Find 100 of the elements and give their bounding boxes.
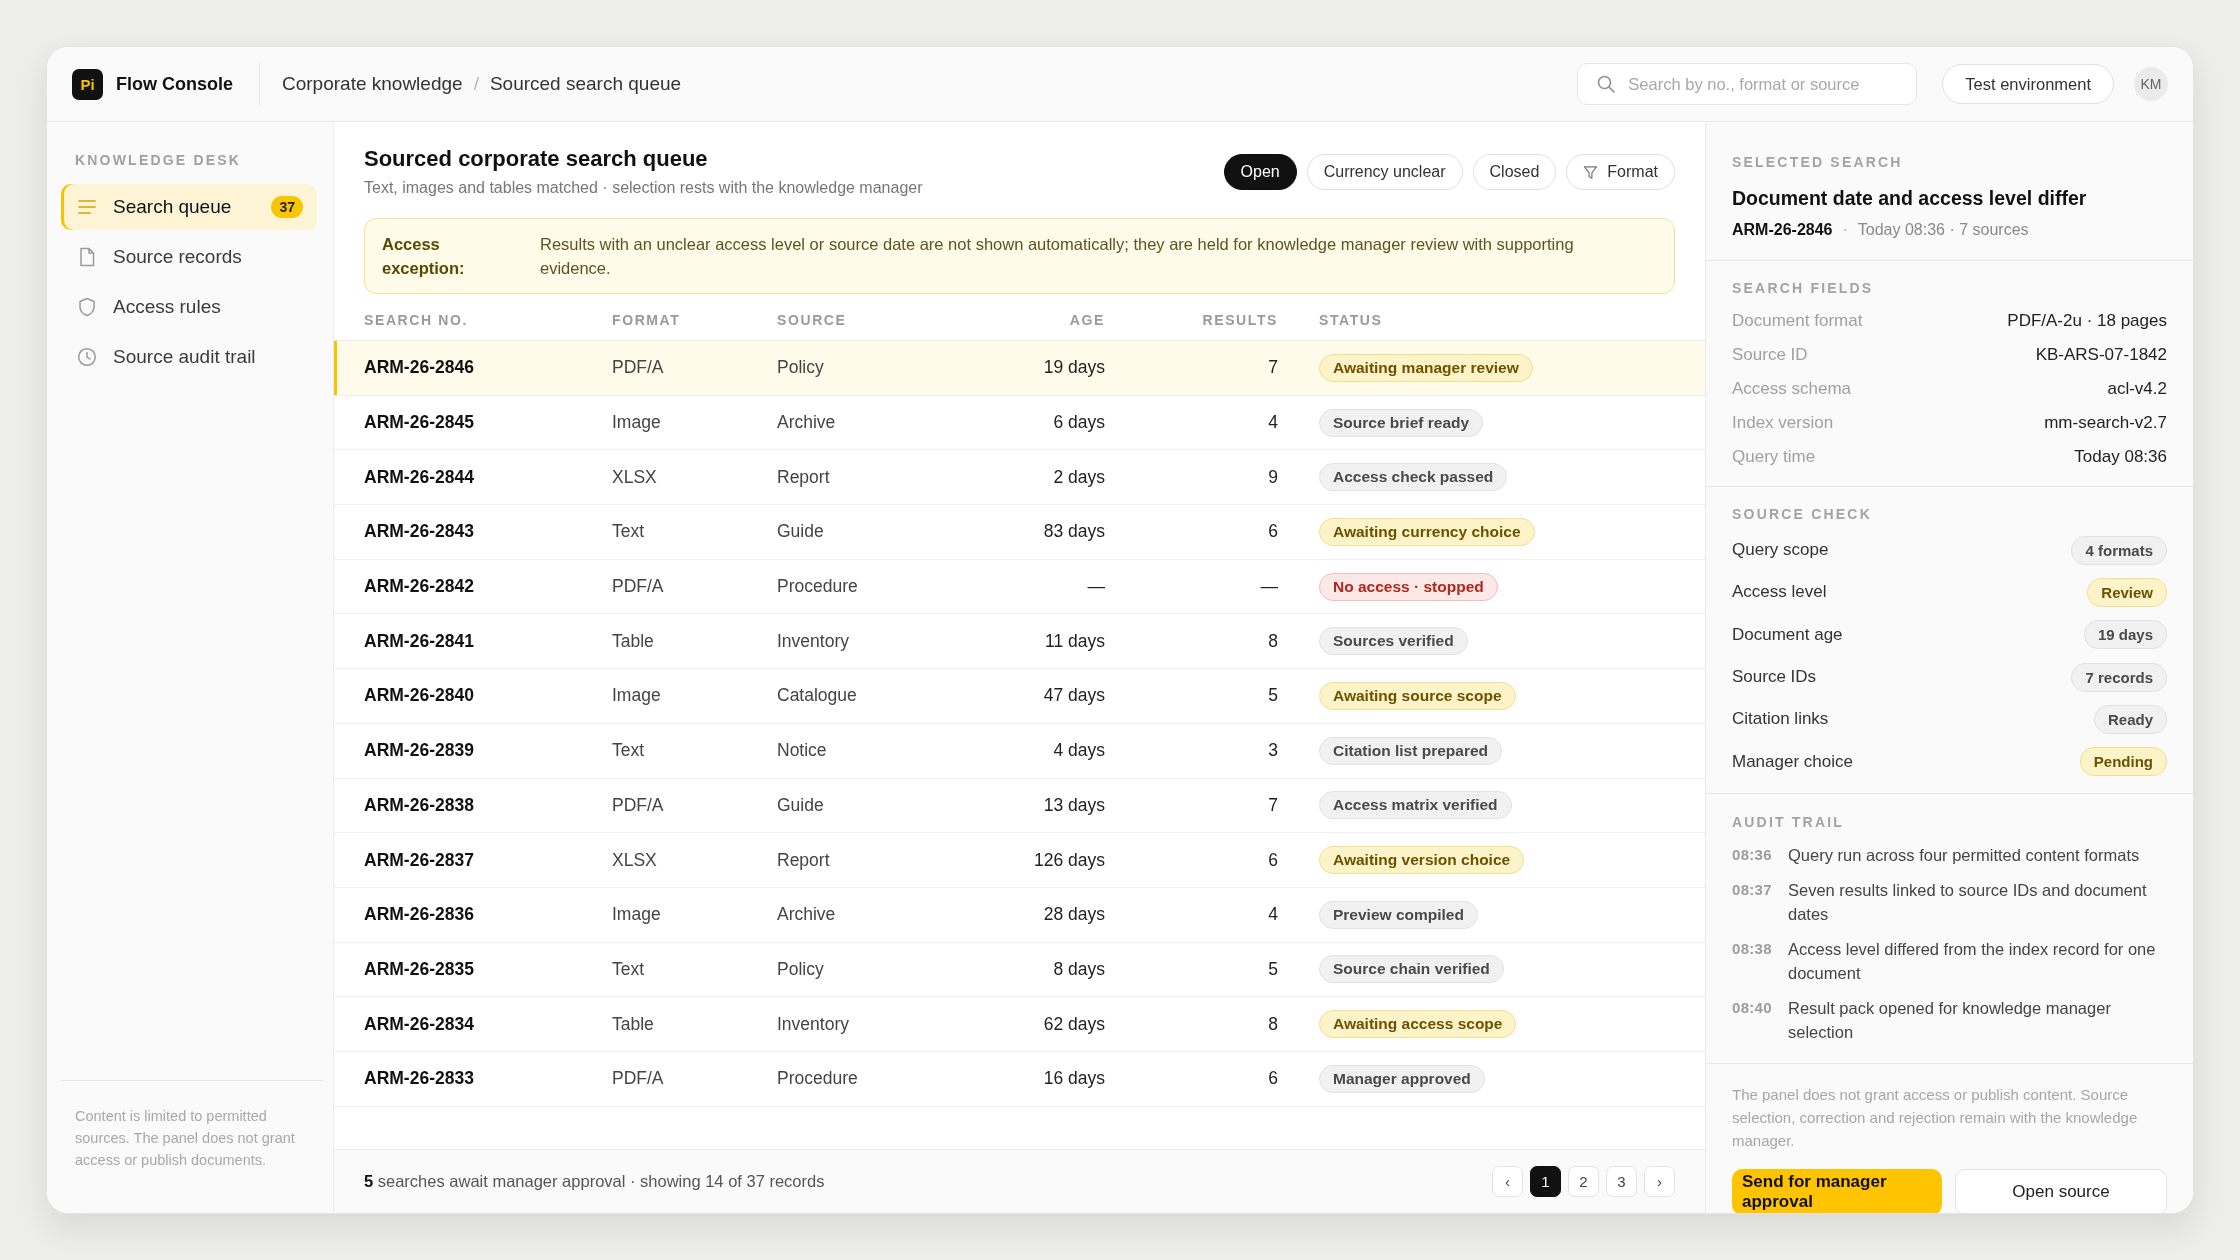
table-row[interactable]: ARM-26-2835 Text Policy 8 days 5 Source chain verified [334, 942, 1705, 998]
table-cell: Text [612, 740, 645, 762]
audit-entry: Result pack opened for knowledge manager selection [1788, 997, 2112, 1043]
table-cell: Table [612, 630, 654, 652]
alert-text: Results with an unclear access level or source date are not shown automatically; they are held for knowledge manager review with supporting evidence. [540, 234, 1575, 279]
status-badge: Citation list prepared [1319, 736, 1503, 765]
page-button[interactable]: 3 [1606, 1166, 1637, 1197]
table-row[interactable]: ARM-26-2836 Image Archive 28 days 4 Preview compiled [334, 887, 1705, 943]
audit-time: 08:37 [1732, 879, 1773, 900]
filter-chip[interactable]: Open [1223, 154, 1297, 190]
table-cell: 6 [1268, 521, 1278, 543]
breadcrumb-link[interactable]: Corporate knowledge [282, 73, 463, 95]
table-cell: Notice [777, 740, 827, 762]
search-icon [1597, 75, 1616, 93]
filter-chip[interactable]: Closed [1472, 154, 1557, 190]
check-label: Access level [1732, 582, 1827, 603]
next-page-button[interactable]: › [1644, 1166, 1675, 1197]
table-cell: 4 [1268, 904, 1278, 926]
table-row[interactable]: ARM-26-2844 XLSX Report 2 days 9 Access check passed [334, 450, 1705, 506]
table-cell: 3 [1268, 740, 1278, 762]
table-row[interactable]: ARM-26-2841 Table Inventory 11 days 8 Sources verified [334, 614, 1705, 670]
table-row[interactable]: ARM-26-2838 PDF/A Guide 13 days 7 Access matrix verified [334, 778, 1705, 834]
table-row[interactable]: ARM-26-2840 Image Catalogue 47 days 5 Awaiting source scope [334, 669, 1705, 724]
list-icon [77, 197, 97, 217]
environment-button[interactable]: Test environment [1942, 64, 2114, 104]
table-row[interactable]: ARM-26-2834 Table Inventory 62 days 8 Awaiting access scope [334, 997, 1705, 1052]
page-button[interactable]: 1 [1530, 1166, 1561, 1197]
table-cell: ARM-26-2839 [364, 740, 474, 762]
column-header: SEARCH NO. [364, 312, 469, 328]
count-badge: 37 [271, 196, 303, 218]
table-cell: PDF/A [612, 576, 664, 598]
table-row[interactable]: ARM-26-2843 Text Guide 83 days 6 Awaiting currency choice [334, 505, 1705, 560]
check-badge: Pending [2079, 747, 2167, 777]
page-button[interactable]: 2 [1568, 1166, 1599, 1197]
column-header: SOURCE [777, 312, 848, 328]
app-logo: Pi [72, 68, 103, 100]
table-cell: 83 days [1043, 521, 1105, 543]
document-icon [77, 247, 97, 267]
table-row[interactable]: ARM-26-2837 XLSX Report 126 days 6 Awaiting version choice [334, 833, 1705, 888]
field-value: PDF/A-2u · 18 pages [2007, 311, 2167, 331]
format-filter-button[interactable]: Format [1566, 154, 1675, 190]
filter-chip[interactable]: Currency unclear [1306, 154, 1463, 190]
table-cell: 8 days [1053, 958, 1105, 980]
table-cell: ARM-26-2843 [364, 521, 474, 543]
check-badge: 19 days [2083, 620, 2167, 650]
column-header: STATUS [1318, 312, 1384, 328]
table-row[interactable]: ARM-26-2839 Text Notice 4 days 3 Citation list prepared [334, 723, 1705, 779]
sidebar-item[interactable]: Access rules [61, 284, 317, 330]
search-id: ARM-26-2846 [1732, 220, 1833, 240]
field-label: Document format [1732, 311, 1863, 331]
table-cell: ARM-26-2835 [364, 958, 474, 980]
table-row[interactable]: ARM-26-2845 Image Archive 6 days 4 Source brief ready [334, 395, 1705, 451]
check-badge: 7 records [2071, 662, 2167, 692]
table-cell: ARM-26-2833 [364, 1068, 474, 1090]
table-cell: 19 days [1043, 357, 1105, 379]
table-row[interactable]: ARM-26-2846 PDF/A Policy 19 days 7 Awaiting manager review [334, 341, 1705, 396]
send-approval-button[interactable]: Send for manager approval [1732, 1168, 1942, 1213]
table-cell: 4 days [1053, 740, 1105, 762]
table-cell: 5 [1268, 685, 1278, 707]
table-cell: ARM-26-2838 [364, 794, 474, 816]
table-cell: 28 days [1043, 904, 1105, 926]
status-badge: Source chain verified [1319, 955, 1504, 984]
status-badge: Preview compiled [1319, 900, 1478, 929]
table-cell: Catalogue [777, 685, 857, 707]
table-cell: Inventory [777, 1013, 849, 1035]
page-subtitle: Text, images and tables matched · selection rests with the knowledge manager [364, 178, 923, 198]
check-label: Source IDs [1732, 667, 1817, 688]
audit-time: 08:38 [1732, 938, 1773, 959]
status-badge: Awaiting access scope [1319, 1010, 1517, 1039]
user-avatar[interactable]: KM [2134, 67, 2168, 101]
table-cell: PDF/A [612, 357, 664, 379]
table-cell: — [1260, 576, 1278, 598]
sidebar-item[interactable]: Source audit trail [61, 334, 317, 380]
queue-summary: 5 searches await manager approval · showing 14 of 37 records [364, 1172, 825, 1191]
table-cell: ARM-26-2842 [364, 576, 474, 598]
sidebar-item[interactable]: Search queue 37 [61, 184, 317, 230]
audit-time: 08:36 [1732, 844, 1773, 865]
field-label: Access schema [1732, 379, 1852, 399]
status-badge: Awaiting source scope [1319, 681, 1516, 710]
table-cell: Guide [777, 794, 824, 816]
column-header: AGE [1069, 312, 1105, 328]
audit-entry: Access level differed from the index record for one document [1788, 938, 2157, 984]
open-source-button[interactable]: Open source [1955, 1168, 2167, 1213]
search-field[interactable]: Search by no., format or source [1577, 63, 1918, 105]
breadcrumb-link[interactable]: Sourced search queue [489, 73, 682, 95]
table-cell: ARM-26-2844 [364, 466, 474, 488]
table-cell: 6 days [1053, 412, 1105, 434]
status-badge: Manager approved [1319, 1064, 1485, 1093]
sidebar-note: Content is limited to permitted sources. The panel does not grant access or publish documents. [61, 1080, 323, 1213]
sidebar-item[interactable]: Source records [61, 234, 317, 280]
table-cell: ARM-26-2846 [364, 357, 474, 379]
filter-icon [1583, 164, 1599, 180]
table-row[interactable]: ARM-26-2842 PDF/A Procedure — — No access · stopped [334, 559, 1705, 615]
previous-page-button[interactable]: ‹ [1492, 1166, 1523, 1197]
table-cell: Procedure [777, 1068, 858, 1090]
panel-note: The panel does not grant access or publish content. Source selection, correction and rejection remain with the knowledge manager. [1732, 1084, 2139, 1151]
table-cell: PDF/A [612, 1068, 664, 1090]
column-header: FORMAT [612, 312, 682, 328]
table-cell: Procedure [777, 576, 858, 598]
table-row[interactable]: ARM-26-2833 PDF/A Procedure 16 days 6 Manager approved [334, 1051, 1705, 1107]
